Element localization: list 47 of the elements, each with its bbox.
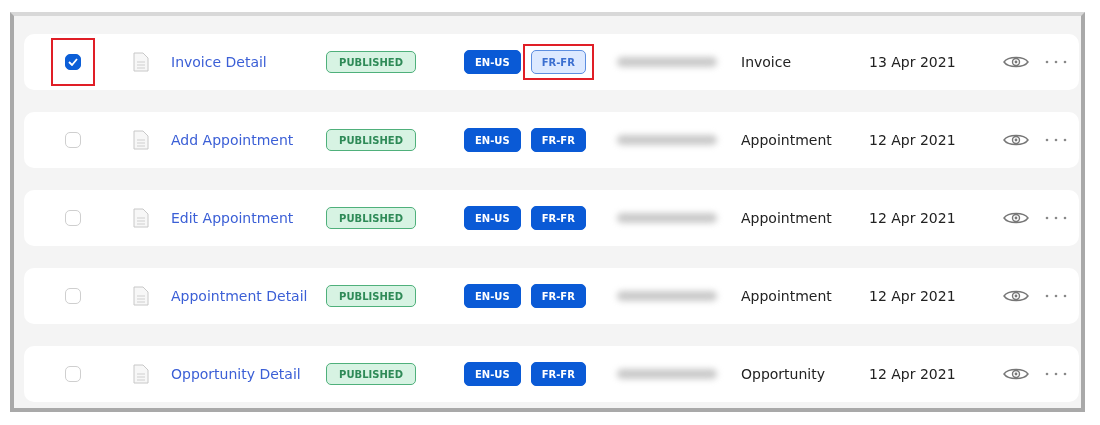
- locale-tag[interactable]: EN-US: [464, 128, 521, 152]
- check-icon: [68, 58, 78, 66]
- document-icon: [133, 208, 149, 228]
- status-badge: PUBLISHED: [326, 363, 416, 385]
- locale-tag[interactable]: EN-US: [464, 206, 521, 230]
- category-text: Appointment: [741, 288, 833, 304]
- document-icon: [133, 286, 149, 306]
- form-link[interactable]: Opportunity Detail: [171, 366, 326, 382]
- view-icon[interactable]: [1003, 210, 1029, 226]
- view-icon[interactable]: [1003, 288, 1029, 304]
- date-text: 12 Apr 2021: [869, 132, 957, 148]
- date-text: 13 Apr 2021: [869, 54, 957, 70]
- date-text: 12 Apr 2021: [869, 288, 957, 304]
- document-icon: [133, 130, 149, 150]
- category-text: Opportunity: [741, 366, 826, 382]
- form-link[interactable]: Invoice Detail: [171, 54, 326, 70]
- category-text: Appointment: [741, 132, 833, 148]
- table-row[interactable]: Opportunity Detail PUBLISHED EN-US FR-FR Opportunity 12 Apr 2021: [24, 346, 1079, 402]
- locale-tag[interactable]: FR-FR: [530, 362, 586, 386]
- view-icon[interactable]: [1003, 54, 1029, 70]
- table-row[interactable]: Appointment Detail PUBLISHED EN-US FR-FR Appointment 12 Apr 2021: [24, 268, 1079, 324]
- locale-tag[interactable]: FR-FR: [530, 128, 586, 152]
- locale-tag[interactable]: EN-US: [464, 362, 521, 386]
- locale-tag[interactable]: EN-US: [464, 50, 521, 74]
- locale-tag[interactable]: EN-US: [464, 284, 521, 308]
- category-text: Invoice: [741, 54, 793, 70]
- form-link[interactable]: Edit Appointment: [171, 210, 326, 226]
- view-icon[interactable]: [1003, 366, 1029, 382]
- status-badge: PUBLISHED: [326, 129, 416, 151]
- form-link[interactable]: Add Appointment: [171, 132, 326, 148]
- table-row[interactable]: Edit Appointment PUBLISHED EN-US FR-FR Appointment 12 Apr 2021: [24, 190, 1079, 246]
- view-icon[interactable]: [1003, 132, 1029, 148]
- locale-tag[interactable]: FR-FR: [530, 284, 586, 308]
- date-text: 12 Apr 2021: [869, 366, 957, 382]
- locale-tag[interactable]: FR-FR: [530, 50, 586, 74]
- document-icon: [133, 52, 149, 72]
- status-badge: PUBLISHED: [326, 207, 416, 229]
- locale-tag[interactable]: FR-FR: [530, 206, 586, 230]
- table-row[interactable]: Invoice Detail PUBLISHED EN-US FR-FR Invoice 13 Apr 2021: [24, 34, 1079, 90]
- document-icon: [133, 364, 149, 384]
- status-badge: PUBLISHED: [326, 285, 416, 307]
- status-badge: PUBLISHED: [326, 51, 416, 73]
- date-text: 12 Apr 2021: [869, 210, 957, 226]
- table-row[interactable]: Add Appointment PUBLISHED EN-US FR-FR Appointment 12 Apr 2021: [24, 112, 1079, 168]
- category-text: Appointment: [741, 210, 833, 226]
- row-checkbox[interactable]: [65, 54, 81, 70]
- form-link[interactable]: Appointment Detail: [171, 288, 326, 304]
